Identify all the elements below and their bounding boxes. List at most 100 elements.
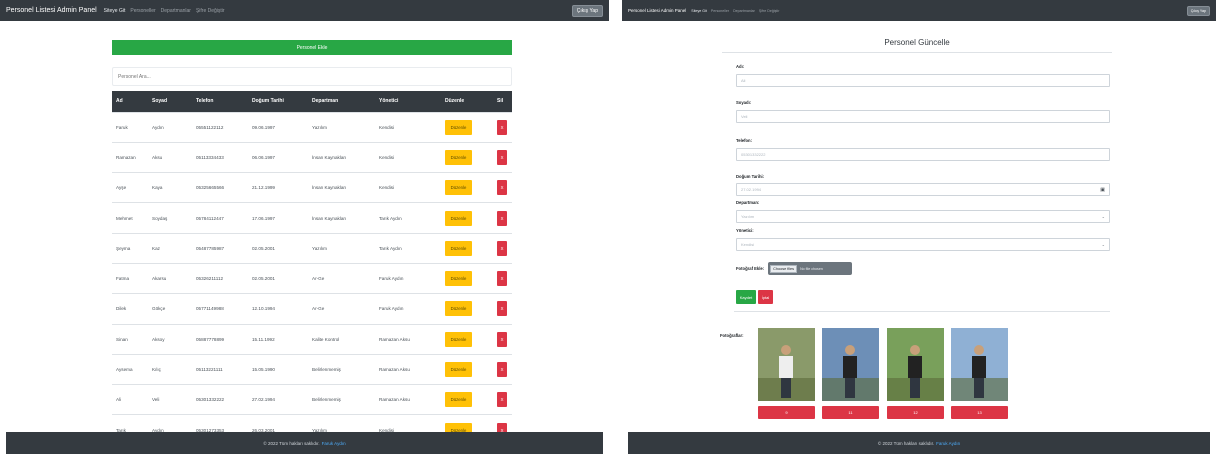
table-row: Mehmet Soydaş 05784112447 17.06.1997 İnsan K… — [112, 202, 512, 234]
table-cell: Kaya — [148, 172, 192, 203]
photo-delete-button[interactable]: 9 — [758, 406, 815, 419]
table-row: Sinan Aksoy 05887778899 15.11.1992 Kalite Ko… — [112, 323, 512, 355]
edit-cell: Düzenle — [441, 293, 493, 325]
calendar-icon[interactable]: ▣ — [1100, 187, 1105, 193]
table-row: Ayşe Kaya 05325665566 21.12.1999 İnsan Kayna… — [112, 172, 512, 203]
column-header: Doğum Tarihi — [252, 98, 284, 105]
edit-button[interactable]: Düzenle — [445, 301, 472, 317]
birth-date-label: Doğum Tarihi: — [736, 174, 765, 179]
delete-button[interactable]: X — [497, 271, 507, 287]
table-row: Aysema Kılıç 05113221111 15.05.1990 Belirlen… — [112, 353, 512, 385]
nav-link-change-password[interactable]: Şifre Değiştir — [759, 9, 780, 13]
delete-cell: X — [493, 202, 512, 234]
table-cell: 27.02.1994 — [248, 384, 308, 415]
table-cell: 02.05.2001 — [248, 232, 308, 264]
edit-button[interactable]: Düzenle — [445, 362, 472, 378]
manager-select[interactable]: Kendisi ⌄ — [736, 238, 1110, 251]
table-cell: Kendisi — [375, 172, 441, 203]
surname-input[interactable]: Veli — [736, 110, 1110, 123]
edit-button[interactable]: Düzenle — [445, 271, 472, 287]
table-cell: 05325665566 — [192, 172, 248, 203]
name-input[interactable]: Ali — [736, 74, 1110, 87]
delete-button[interactable]: X — [497, 301, 507, 317]
delete-cell: X — [493, 323, 512, 355]
table-cell: 05784112447 — [192, 202, 248, 234]
delete-button[interactable]: X — [497, 392, 507, 408]
table-cell: 05113334433 — [192, 141, 248, 173]
delete-button[interactable]: X — [497, 362, 507, 378]
cancel-button[interactable]: İptal — [758, 290, 773, 304]
department-label: Departman: — [736, 200, 760, 205]
nav-link-personnel[interactable]: Personeller — [711, 9, 729, 13]
table-cell: 05487785987 — [192, 232, 248, 264]
table-cell: Ramazan Aksu — [375, 323, 441, 355]
table-cell: Dilek — [112, 293, 148, 325]
column-header: Sil — [497, 98, 504, 105]
table-cell: Ar-Ge — [308, 262, 375, 294]
logout-button[interactable]: Çıkış Yap — [571, 4, 603, 17]
navbar-brand[interactable]: Personel Listesi Admin Panel — [628, 8, 686, 13]
table-row: Şeyma Kaz 05487785987 02.05.2001 Yazılım Tarı… — [112, 232, 512, 264]
delete-cell: X — [493, 384, 512, 415]
save-button[interactable]: Kaydet — [736, 290, 756, 304]
table-cell: 05326211112 — [192, 262, 248, 294]
nav-link-departments[interactable]: Departmanlar — [733, 9, 755, 13]
edit-button[interactable]: Düzenle — [445, 210, 472, 226]
nav-link-site[interactable]: Siteye Git — [104, 8, 126, 14]
table-cell: Ramazan — [112, 141, 148, 173]
edit-button[interactable]: Düzenle — [445, 119, 472, 135]
footer-author-link[interactable]: Faruk Aydın — [322, 441, 346, 446]
edit-button[interactable]: Düzenle — [445, 392, 472, 408]
divider — [734, 311, 1110, 312]
logout-button[interactable]: Çıkış Yap — [1186, 5, 1210, 16]
table-cell: Kaz — [148, 232, 192, 264]
department-select[interactable]: Yazılım ⌄ — [736, 210, 1110, 223]
birth-date-value: 27.02.1994 — [741, 187, 762, 192]
photo-delete-button[interactable]: 13 — [951, 406, 1008, 419]
edit-button[interactable]: Düzenle — [445, 180, 472, 196]
delete-button[interactable]: X — [497, 210, 507, 226]
edit-button[interactable]: Düzenle — [445, 331, 472, 347]
footer: © 2022 Tüm hakları saklıdır. Faruk Aydın — [628, 432, 1210, 454]
table-cell: Faruk Aydın — [375, 262, 441, 294]
table-cell: Aydın — [148, 111, 192, 143]
nav-link-personnel[interactable]: Personeller — [130, 8, 155, 14]
search-input[interactable] — [112, 67, 512, 86]
delete-button[interactable]: X — [497, 331, 507, 347]
delete-button[interactable]: X — [497, 119, 507, 135]
screens: Personel Listesi Admin Panel Siteye Git … — [0, 0, 1216, 454]
photo-delete-button[interactable]: 12 — [887, 406, 944, 419]
delete-button[interactable]: X — [497, 240, 507, 256]
department-value: Yazılım — [741, 214, 755, 219]
column-header: Ad — [116, 98, 123, 105]
column-header: Yönetici — [379, 98, 399, 105]
column-header: Telefon — [196, 98, 214, 105]
photo-delete-button[interactable]: 11 — [822, 406, 879, 419]
navbar-brand[interactable]: Personel Listesi Admin Panel — [6, 7, 97, 14]
nav-link-change-password[interactable]: Şifre Değiştir — [196, 8, 225, 14]
table-cell: Sinan — [112, 323, 148, 355]
birth-date-input[interactable]: 27.02.1994 ▣ — [736, 183, 1110, 196]
photo-card: 9 — [758, 328, 815, 419]
add-personnel-button[interactable]: Personel Ekle — [112, 40, 512, 55]
column-header: Düzenle — [445, 98, 465, 105]
table-cell: 21.12.1999 — [248, 172, 308, 203]
delete-button[interactable]: X — [497, 180, 507, 196]
table-header: Ad Soyad Telefon Doğum Tarihi Departman … — [112, 91, 512, 112]
navbar: Personel Listesi Admin Panel Siteye Git … — [0, 0, 609, 21]
choose-files-button[interactable]: Choose files — [770, 264, 798, 273]
edit-button[interactable]: Düzenle — [445, 240, 472, 256]
chevron-down-icon: ⌄ — [1101, 242, 1105, 247]
delete-button[interactable]: X — [497, 149, 507, 165]
table-cell: 05771149988 — [192, 293, 248, 325]
table-cell: Soydaş — [148, 202, 192, 234]
file-input[interactable]: Choose files No file chosen — [768, 262, 853, 275]
nav-link-site[interactable]: Siteye Git — [691, 9, 707, 13]
table-cell: 12.10.1994 — [248, 293, 308, 325]
divider — [722, 52, 1112, 53]
phone-input[interactable]: 05301332222 — [736, 148, 1110, 161]
edit-button[interactable]: Düzenle — [445, 149, 472, 165]
table-cell: Ali — [112, 384, 148, 415]
nav-link-departments[interactable]: Departmanlar — [161, 8, 191, 14]
footer-author-link[interactable]: Faruk Aydın — [936, 441, 960, 446]
